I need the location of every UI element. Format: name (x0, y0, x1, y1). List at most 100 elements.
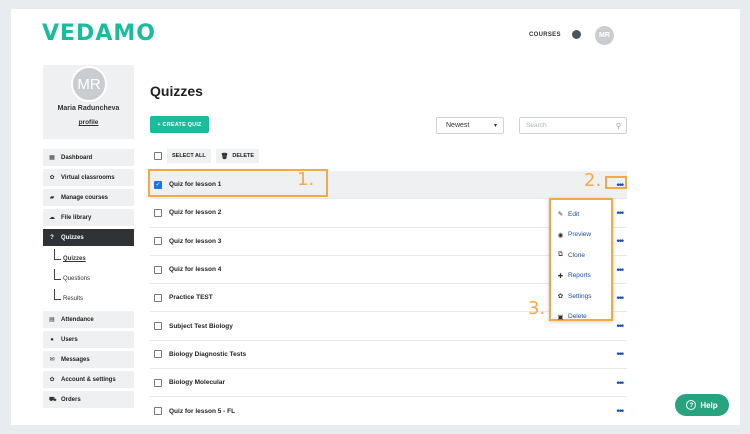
delete-button-label: DELETE (232, 153, 255, 159)
search-icon: ⚲ (615, 122, 621, 130)
sidebar-item-manage-courses[interactable]: ▰ Manage courses (43, 189, 134, 206)
quiz-title[interactable]: Subject Test Biology (169, 323, 233, 330)
sidebar-item-file-library[interactable]: ☁ File library (43, 209, 134, 226)
sidebar-item-account-settings[interactable]: ✿ Account & settings (43, 371, 134, 388)
sidebar-item-label: Users (61, 336, 78, 343)
sidebar-item-label: Quizzes (61, 234, 84, 241)
sidebar-item-messages[interactable]: ✉ Messages (43, 351, 134, 368)
create-quiz-button[interactable]: + CREATE QUIZ (150, 116, 209, 133)
cloud-icon: ☁ (49, 214, 55, 221)
sidebar-item-quizzes[interactable]: ? Quizzes (43, 229, 134, 246)
sidebar-item-virtual-classrooms[interactable]: ✿ Virtual classrooms (43, 169, 134, 186)
profile-link[interactable]: profile (43, 119, 134, 126)
list-item[interactable]: Quiz for lesson 5 - FL ••• (150, 397, 627, 425)
annotation-2: 2. (584, 170, 602, 191)
options-dropdown: ✎ Edit ◉ Preview ⧉ Clone ✚ Reports ✿ Settings… (549, 198, 613, 321)
menu-item-edit[interactable]: ✎ Edit (551, 204, 611, 225)
more-options-icon[interactable]: ••• (617, 321, 625, 331)
delete-button[interactable]: 🗑 DELETE (215, 149, 260, 163)
cart-icon: ⛟ (49, 396, 57, 403)
question-icon: ? (50, 234, 54, 241)
select-all-checkbox[interactable] (154, 152, 162, 160)
list-item[interactable]: Biology Diagnostic Tests ••• (150, 341, 627, 370)
row-checkbox[interactable] (154, 237, 162, 246)
search-input[interactable] (526, 122, 606, 129)
question-icon: ? (686, 400, 697, 410)
sidebar-item-orders[interactable]: ⛟ Orders (43, 391, 134, 408)
menu-item-preview[interactable]: ◉ Preview (551, 225, 611, 246)
more-options-icon[interactable]: ••• (617, 349, 625, 359)
trash-icon: ▣ (557, 313, 564, 321)
sidebar-item-users[interactable]: ● Users (43, 331, 134, 348)
row-checkbox[interactable] (154, 265, 162, 274)
page: VEDAMO COURSES MR MR Maria Raduncheva pr… (11, 9, 740, 425)
sidebar-subitem-results[interactable]: Results (43, 289, 134, 309)
quiz-title[interactable]: Quiz for lesson 2 (169, 209, 221, 216)
help-button[interactable]: ? Help (675, 394, 729, 416)
sidebar-item-label: Messages (61, 356, 90, 363)
quiz-title[interactable]: Quiz for lesson 4 (169, 266, 221, 273)
menu-item-label: Delete (568, 313, 587, 321)
search-box[interactable]: ⚲ (519, 117, 627, 134)
sidebar-subitem-quizzes[interactable]: Quizzes (43, 249, 134, 269)
quiz-title[interactable]: Quiz for lesson 3 (169, 238, 221, 245)
menu-item-clone[interactable]: ⧉ Clone (551, 245, 611, 266)
row-checkbox[interactable] (154, 378, 162, 387)
sort-select-value: Newest (446, 122, 470, 129)
sidebar-item-label: Dashboard (61, 154, 93, 161)
menu-item-label: Preview (568, 231, 592, 239)
menu-item-label: Settings (568, 292, 592, 300)
list-item[interactable]: Biology Molecular ••• (150, 369, 627, 398)
help-label: Help (700, 400, 718, 410)
more-options-icon[interactable]: ••• (617, 236, 625, 246)
more-options-icon[interactable]: ••• (617, 208, 625, 217)
more-options-icon[interactable]: ••• (617, 406, 625, 416)
quiz-title[interactable]: Quiz for lesson 5 - FL (169, 408, 235, 415)
row-checkbox[interactable] (154, 208, 162, 217)
vedamo-logo[interactable]: VEDAMO (42, 21, 156, 46)
sidebar-item-label: Orders (61, 396, 81, 403)
sort-select[interactable]: Newest ▾ (436, 117, 504, 134)
menu-item-settings[interactable]: ✿ Settings (551, 286, 611, 307)
sidebar-subitem-questions[interactable]: Questions (43, 269, 134, 289)
sidebar-item-label: Virtual classrooms (61, 174, 115, 181)
menu-item-label: Edit (568, 210, 580, 218)
envelope-icon: ✉ (49, 356, 55, 363)
gear-icon: ✿ (49, 174, 55, 181)
quiz-title[interactable]: Practice TEST (169, 294, 213, 301)
more-options-icon[interactable]: ••• (617, 293, 625, 302)
quiz-title[interactable]: Biology Diagnostic Tests (169, 351, 246, 358)
users-icon: ● (50, 336, 54, 343)
sidebar-item-attendance[interactable]: ▤ Attendance (43, 311, 134, 328)
row-checkbox[interactable] (154, 407, 162, 416)
grid-icon: ▦ (49, 154, 55, 161)
book-icon: ▰ (49, 194, 55, 201)
gear-icon: ✿ (49, 376, 55, 383)
select-all-button[interactable]: SELECT ALL (167, 149, 211, 163)
menu-item-label: Clone (568, 251, 585, 259)
bulk-toolbar: SELECT ALL 🗑 DELETE (150, 149, 260, 163)
gear-icon: ✿ (557, 293, 564, 301)
quiz-title[interactable]: Biology Molecular (169, 379, 225, 386)
header-avatar[interactable]: MR (595, 26, 614, 45)
pencil-icon: ✎ (557, 211, 564, 219)
plus-icon: ✚ (557, 272, 564, 280)
sidebar-item-dashboard[interactable]: ▦ Dashboard (43, 149, 134, 166)
annotation-1: 1. (297, 169, 315, 190)
menu-item-reports[interactable]: ✚ Reports (551, 266, 611, 287)
page-title: Quizzes (150, 83, 203, 99)
profile-avatar: MR (71, 66, 107, 102)
row-checkbox[interactable] (154, 322, 162, 331)
more-options-icon[interactable]: ••• (617, 265, 625, 274)
more-options-icon[interactable]: ••• (617, 378, 625, 387)
globe-icon[interactable] (572, 30, 581, 39)
row-checkbox[interactable] (154, 293, 162, 302)
row-checkbox[interactable] (154, 350, 162, 359)
menu-item-delete[interactable]: ▣ Delete (551, 307, 611, 328)
sidebar-item-label: Account & settings (61, 376, 116, 383)
copy-icon: ⧉ (558, 251, 563, 259)
sidebar-item-label: File library (61, 214, 92, 221)
nav-courses-link[interactable]: COURSES (529, 32, 561, 38)
profile-name: Maria Raduncheva (57, 105, 120, 112)
trash-icon: 🗑 (220, 153, 229, 160)
